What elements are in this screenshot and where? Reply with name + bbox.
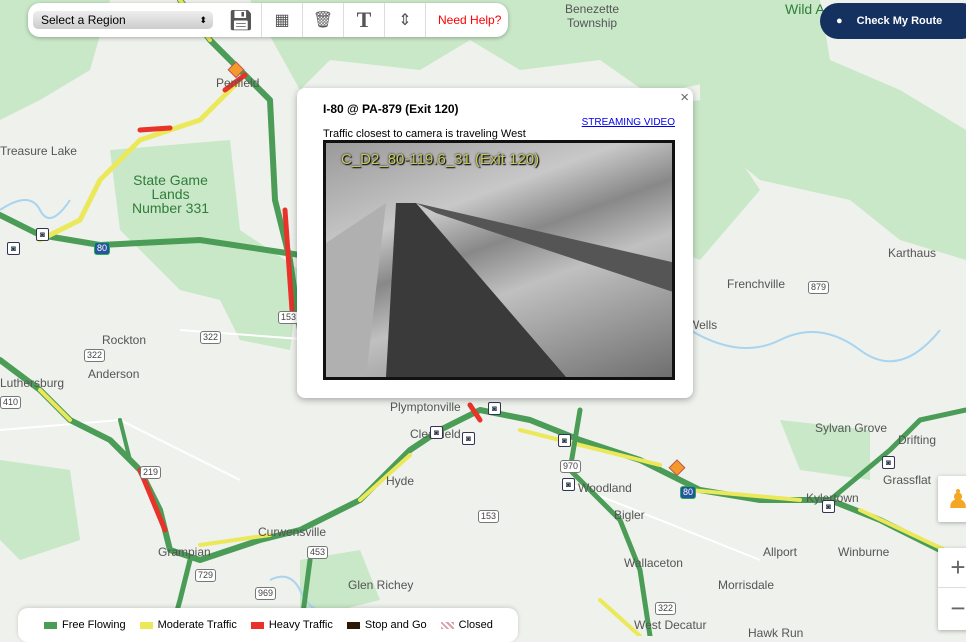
- map-label: State Game Lands Number 331: [132, 172, 210, 216]
- route-shield: 153: [278, 311, 300, 324]
- legend-item: Moderate Traffic: [139, 619, 237, 631]
- region-select-value: Select a Region: [41, 13, 126, 27]
- save-icon: 💾︎: [228, 9, 254, 32]
- camera-icon[interactable]: ◙: [822, 500, 835, 513]
- route-shield: 153: [478, 510, 500, 523]
- pegman-icon: ♟: [946, 483, 966, 514]
- text-icon: T: [356, 7, 372, 32]
- zoom-out-button[interactable]: −: [938, 588, 966, 628]
- map-label: Grampian: [158, 545, 211, 559]
- legend-item: Closed: [440, 619, 493, 631]
- legend-item: Free Flowing: [44, 619, 126, 631]
- legend-swatch: [440, 621, 454, 629]
- route-shield: 879: [808, 281, 830, 294]
- map-label: Benezette Township: [565, 2, 620, 30]
- streaming-video-link[interactable]: STREAMING VIDEO: [582, 117, 675, 128]
- legend-swatch: [250, 621, 264, 629]
- legend-swatch: [346, 621, 360, 629]
- street-view-pegman[interactable]: ♟: [938, 476, 966, 522]
- camera-caption: C_D2_80-119.6_31 (Exit 120): [341, 151, 540, 168]
- zoom-controls: + −: [938, 548, 966, 630]
- interstate-shield: 80: [94, 242, 111, 255]
- map-label: Glen Richey: [348, 578, 414, 592]
- map-label: Wild A: [785, 1, 825, 17]
- delete-button[interactable]: 🗑︎: [303, 3, 344, 37]
- route-shield: 729: [195, 569, 217, 582]
- map-label: Luthersburg: [0, 376, 65, 390]
- map-label: Frenchville: [727, 277, 786, 291]
- camera-icon[interactable]: ◙: [7, 242, 20, 255]
- zoom-in-button[interactable]: +: [938, 548, 966, 588]
- map-label: Plymptonville: [390, 400, 461, 414]
- text-button[interactable]: T: [344, 3, 385, 37]
- map-label: Hyde: [386, 474, 415, 488]
- legend-item: Stop and Go: [346, 619, 427, 631]
- legend-label: Stop and Go: [364, 619, 427, 631]
- close-icon[interactable]: ×: [680, 89, 689, 106]
- map-label: Penfield: [216, 76, 260, 90]
- map-label: Drifting: [898, 433, 937, 447]
- map-label: Bigler: [614, 508, 645, 522]
- map-label: Winburne: [838, 545, 890, 559]
- popup-title: I-80 @ PA-879 (Exit 120): [323, 102, 459, 116]
- need-help-link[interactable]: Need Help?: [426, 13, 501, 27]
- map-label: Anderson: [88, 367, 140, 381]
- legend-label: Closed: [458, 619, 493, 631]
- resize-icon: ⇕: [398, 12, 412, 29]
- toolbar: Select a Region ⬍ 💾︎ ▦ 🗑︎ T ⇕ Need Help?: [28, 3, 508, 37]
- legend-label: Free Flowing: [62, 619, 126, 631]
- route-shield: 219: [140, 466, 162, 479]
- map-label: Allport: [763, 545, 798, 559]
- check-my-route-label: Check My Route: [856, 15, 943, 27]
- region-select[interactable]: Select a Region ⬍: [33, 11, 213, 29]
- traffic-legend: Free Flowing Moderate Traffic Heavy Traf…: [18, 608, 518, 642]
- resize-button[interactable]: ⇕: [385, 3, 426, 37]
- map-label: Sylvan Grove: [815, 421, 888, 435]
- map-icon: ▦: [274, 12, 290, 29]
- route-shield: 322: [655, 602, 677, 615]
- camera-image: C_D2_80-119.6_31 (Exit 120): [323, 140, 675, 380]
- route-shield: 969: [255, 587, 277, 600]
- map-label: Curwensville: [258, 525, 327, 539]
- camera-icon[interactable]: ◙: [488, 402, 501, 415]
- route-shield: 410: [0, 396, 22, 409]
- legend-label: Heavy Traffic: [268, 619, 333, 631]
- select-arrows-icon: ⬍: [199, 15, 207, 25]
- map-label: Woodland: [578, 481, 632, 495]
- traffic-direction: Traffic closest to camera is traveling W…: [323, 128, 526, 140]
- trash-icon: 🗑︎: [312, 12, 334, 29]
- map-label: Karthaus: [888, 246, 937, 260]
- camera-icon[interactable]: ◙: [36, 228, 49, 241]
- location-pin-icon: ●: [836, 15, 843, 27]
- camera-popup: I-80 @ PA-879 (Exit 120) × STREAMING VID…: [297, 88, 693, 398]
- legend-label: Moderate Traffic: [157, 619, 237, 631]
- legend-item: Heavy Traffic: [250, 619, 333, 631]
- camera-icon[interactable]: ◙: [430, 426, 443, 439]
- map-label: Treasure Lake: [0, 144, 77, 158]
- legend-swatch: [44, 621, 57, 629]
- route-shield: 322: [200, 331, 222, 344]
- map-label: Hawk Run: [748, 626, 804, 640]
- legend-swatch: [139, 621, 153, 629]
- map-label: Wallaceton: [624, 556, 683, 570]
- map-label: Rockton: [102, 333, 147, 347]
- save-button[interactable]: 💾︎: [221, 3, 262, 37]
- camera-icon[interactable]: ◙: [462, 432, 475, 445]
- interstate-shield: 80: [680, 486, 697, 499]
- map-label: West Decatur: [634, 618, 707, 632]
- route-shield: 970: [560, 460, 582, 473]
- map-label: Morrisdale: [718, 578, 775, 592]
- route-shield: 322: [84, 349, 106, 362]
- camera-icon[interactable]: ◙: [558, 434, 571, 447]
- check-my-route-button[interactable]: ● Check My Route: [820, 3, 966, 39]
- camera-icon[interactable]: ◙: [882, 456, 895, 469]
- camera-icon[interactable]: ◙: [562, 478, 575, 491]
- map-label: Grassflat: [883, 473, 932, 487]
- map-button[interactable]: ▦: [262, 3, 303, 37]
- route-shield: 453: [307, 546, 329, 559]
